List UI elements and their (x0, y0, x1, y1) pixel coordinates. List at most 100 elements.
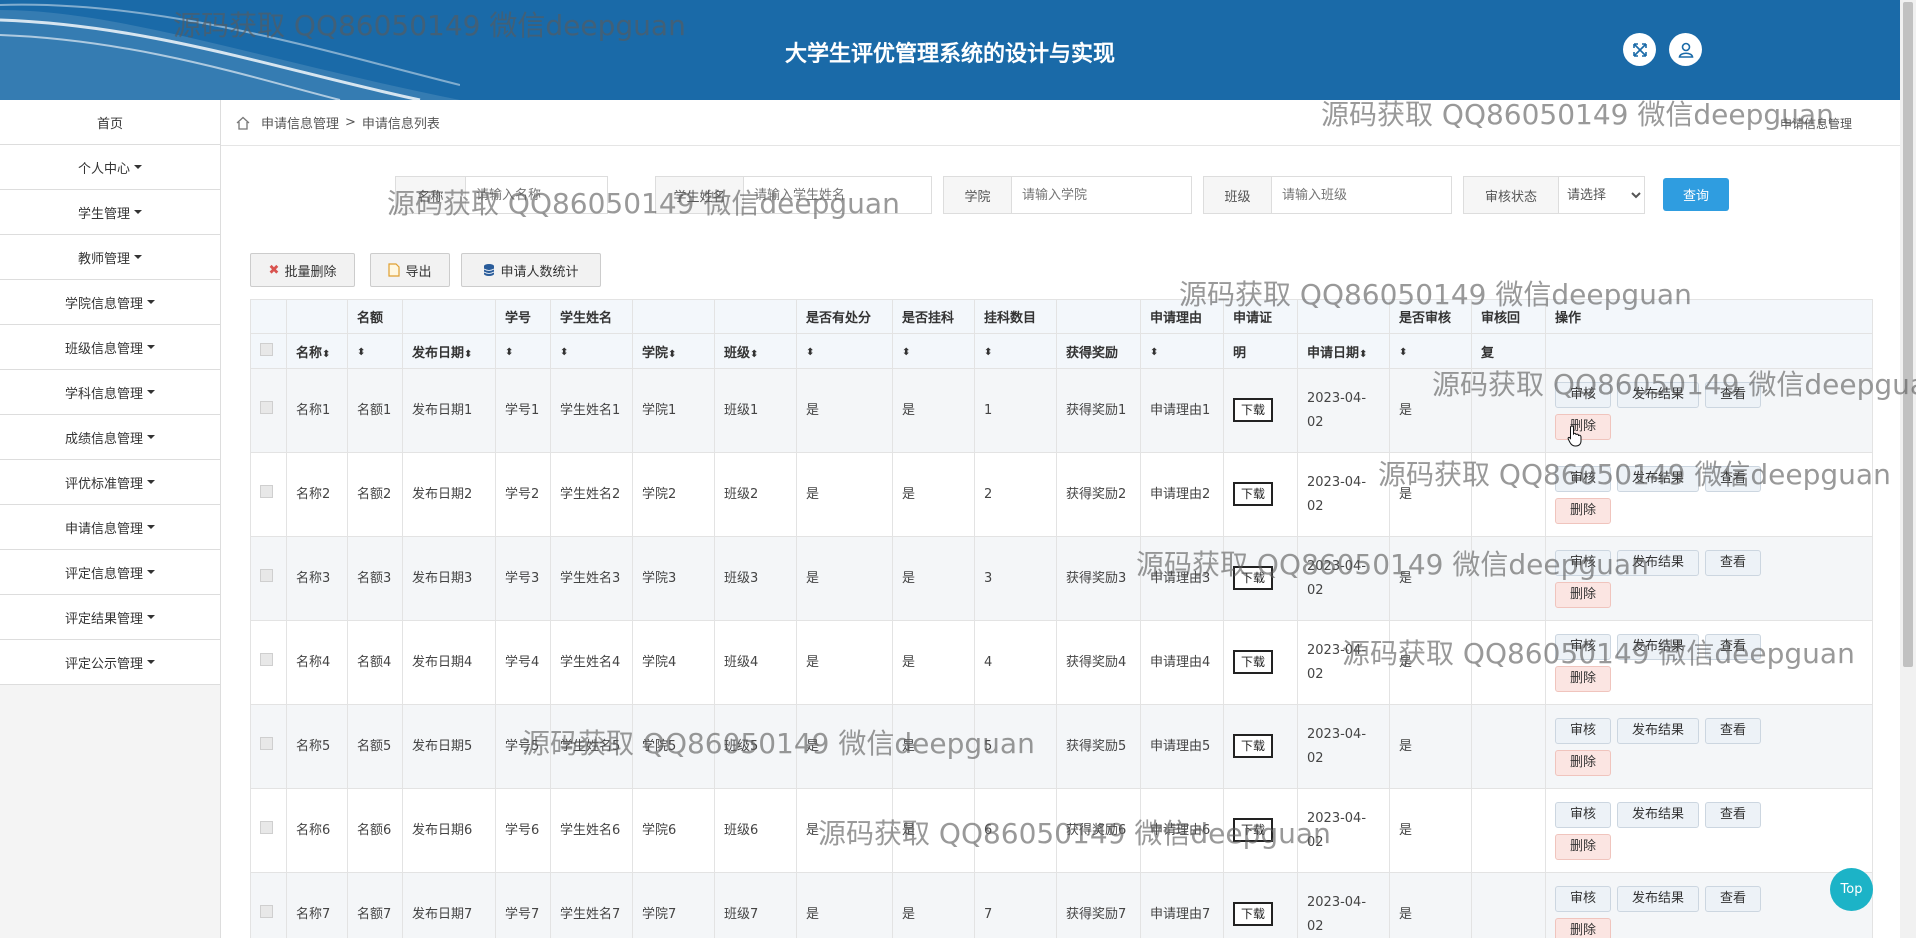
sidebar-item[interactable]: 学院信息管理 (0, 280, 220, 325)
table-row[interactable]: 名称6 名额6 发布日期6 学号6 学生姓名6 学院6 班级6 是 是 6 获得奖励6 申请理由6 下载… (250, 788, 1873, 873)
column-header-bottom[interactable]: ⬍ (974, 333, 1057, 369)
table-row[interactable]: 名称1 名额1 发布日期1 学号1 学生姓名1 学院1 班级1 是 是 1 获得奖励1 申请理由1 下载… (250, 368, 1873, 453)
sidebar-item[interactable]: 评定信息管理 (0, 550, 220, 595)
row-checkbox[interactable] (260, 904, 273, 918)
sidebar-item[interactable]: 学生管理 (0, 190, 220, 235)
download-button[interactable]: 下载 (1233, 482, 1274, 506)
sidebar-item[interactable]: 首页 (0, 100, 220, 145)
view-button[interactable]: 查看 (1705, 549, 1762, 576)
scrollbar-thumb[interactable] (1903, 2, 1913, 667)
sidebar-item[interactable]: 评定公示管理 (0, 640, 220, 685)
batch-delete-button[interactable]: ✖ 批量删除 (250, 253, 355, 287)
download-button[interactable]: 下载 (1233, 650, 1274, 674)
review-button[interactable]: 审核 (1555, 633, 1612, 660)
row-checkbox[interactable] (260, 400, 273, 414)
sort-icon[interactable]: ⬍ (322, 349, 330, 360)
sort-icon[interactable]: ⬍ (357, 347, 365, 358)
sidebar-item[interactable]: 评定结果管理 (0, 595, 220, 640)
column-header-bottom[interactable]: ⬍ (1389, 333, 1472, 369)
sort-icon[interactable]: ⬍ (902, 347, 910, 358)
table-row[interactable]: 名称4 名额4 发布日期4 学号4 学生姓名4 学院4 班级4 是 是 4 获得奖励4 申请理由4 下载… (250, 620, 1873, 705)
query-button[interactable]: 查询 (1663, 178, 1729, 211)
review-button[interactable]: 审核 (1555, 549, 1612, 576)
sidebar-item[interactable]: 教师管理 (0, 235, 220, 280)
search-status-select[interactable]: 请选择 (1559, 177, 1644, 213)
download-button[interactable]: 下载 (1233, 566, 1274, 590)
row-checkbox[interactable] (260, 820, 273, 834)
user-button[interactable] (1669, 33, 1702, 66)
review-button[interactable]: 审核 (1555, 801, 1612, 828)
sort-icon[interactable]: ⬍ (1399, 347, 1407, 358)
column-header-bottom[interactable]: 班级⬍ (714, 333, 797, 369)
export-button[interactable]: 导出 (370, 253, 450, 287)
view-button[interactable]: 查看 (1705, 801, 1762, 828)
search-college-input[interactable] (1012, 177, 1191, 213)
sidebar-item[interactable]: 班级信息管理 (0, 325, 220, 370)
download-button[interactable]: 下载 (1233, 398, 1274, 422)
sort-icon[interactable]: ⬍ (560, 347, 568, 358)
sidebar-item[interactable]: 学科信息管理 (0, 370, 220, 415)
review-button[interactable]: 审核 (1555, 717, 1612, 744)
delete-button[interactable]: 删除 (1555, 497, 1612, 524)
column-header-bottom[interactable]: 名称⬍ (286, 333, 348, 369)
sort-icon[interactable]: ⬍ (1359, 349, 1367, 360)
publish-result-button[interactable]: 发布结果 (1617, 381, 1700, 408)
delete-button[interactable]: 删除 (1555, 413, 1612, 440)
delete-button[interactable]: 删除 (1555, 665, 1612, 692)
search-name-input[interactable] (466, 177, 607, 213)
sort-icon[interactable]: ⬍ (750, 349, 758, 360)
publish-result-button[interactable]: 发布结果 (1617, 465, 1700, 492)
column-header-bottom[interactable]: ⬍ (892, 333, 975, 369)
review-button[interactable]: 审核 (1555, 465, 1612, 492)
sort-icon[interactable]: ⬍ (984, 347, 992, 358)
sort-icon[interactable]: ⬍ (806, 347, 814, 358)
row-checkbox[interactable] (260, 736, 273, 750)
column-header-bottom[interactable]: 发布日期⬍ (402, 333, 496, 369)
table-row[interactable]: 名称3 名额3 发布日期3 学号3 学生姓名3 学院3 班级3 是 是 3 获得奖励3 申请理由3 下载… (250, 536, 1873, 621)
stats-button[interactable]: 申请人数统计 (461, 253, 601, 287)
sidebar-item[interactable]: 个人中心 (0, 145, 220, 190)
sort-icon[interactable]: ⬍ (464, 349, 472, 360)
publish-result-button[interactable]: 发布结果 (1617, 633, 1700, 660)
view-button[interactable]: 查看 (1705, 381, 1762, 408)
publish-result-button[interactable]: 发布结果 (1617, 717, 1700, 744)
column-header-bottom[interactable]: ⬍ (495, 333, 551, 369)
home-icon[interactable] (235, 115, 251, 131)
breadcrumb-parent[interactable]: 申请信息管理 (261, 113, 339, 132)
view-button[interactable]: 查看 (1705, 633, 1762, 660)
sort-icon[interactable]: ⬍ (1150, 347, 1158, 358)
search-class-input[interactable] (1272, 177, 1451, 213)
row-checkbox[interactable] (260, 568, 273, 582)
column-header-bottom[interactable]: ⬍ (347, 333, 403, 369)
vertical-scrollbar[interactable] (1900, 0, 1916, 938)
fullscreen-button[interactable] (1623, 33, 1656, 66)
sort-icon[interactable]: ⬍ (668, 349, 676, 360)
sidebar-item[interactable]: 申请信息管理 (0, 505, 220, 550)
column-header-bottom[interactable]: 申请日期⬍ (1297, 333, 1390, 369)
sort-icon[interactable]: ⬍ (505, 347, 513, 358)
publish-result-button[interactable]: 发布结果 (1617, 801, 1700, 828)
review-button[interactable]: 审核 (1555, 381, 1612, 408)
view-button[interactable]: 查看 (1705, 465, 1762, 492)
delete-button[interactable]: 删除 (1555, 749, 1612, 776)
download-button[interactable]: 下载 (1233, 818, 1274, 842)
sidebar-item[interactable]: 评优标准管理 (0, 460, 220, 505)
review-button[interactable]: 审核 (1555, 885, 1612, 912)
column-header-bottom[interactable]: ⬍ (550, 333, 633, 369)
column-header-bottom[interactable]: ⬍ (796, 333, 893, 369)
select-all-checkbox[interactable] (260, 342, 273, 356)
download-button[interactable]: 下载 (1233, 734, 1274, 758)
view-button[interactable]: 查看 (1705, 885, 1762, 912)
sidebar-item[interactable]: 成绩信息管理 (0, 415, 220, 460)
delete-button[interactable]: 删除 (1555, 917, 1612, 938)
table-row[interactable]: 名称5 名额5 发布日期5 学号5 学生姓名5 学院5 班级5 是 是 5 获得奖励5 申请理由5 下载… (250, 704, 1873, 789)
table-row[interactable]: 名称2 名额2 发布日期2 学号2 学生姓名2 学院2 班级2 是 是 2 获得奖励2 申请理由2 下载… (250, 452, 1873, 537)
view-button[interactable]: 查看 (1705, 717, 1762, 744)
column-header-bottom[interactable]: ⬍ (1140, 333, 1224, 369)
delete-button[interactable]: 删除 (1555, 833, 1612, 860)
publish-result-button[interactable]: 发布结果 (1617, 885, 1700, 912)
publish-result-button[interactable]: 发布结果 (1617, 549, 1700, 576)
search-student-input[interactable] (744, 177, 931, 213)
column-header-bottom[interactable]: 学院⬍ (632, 333, 715, 369)
row-checkbox[interactable] (260, 484, 273, 498)
